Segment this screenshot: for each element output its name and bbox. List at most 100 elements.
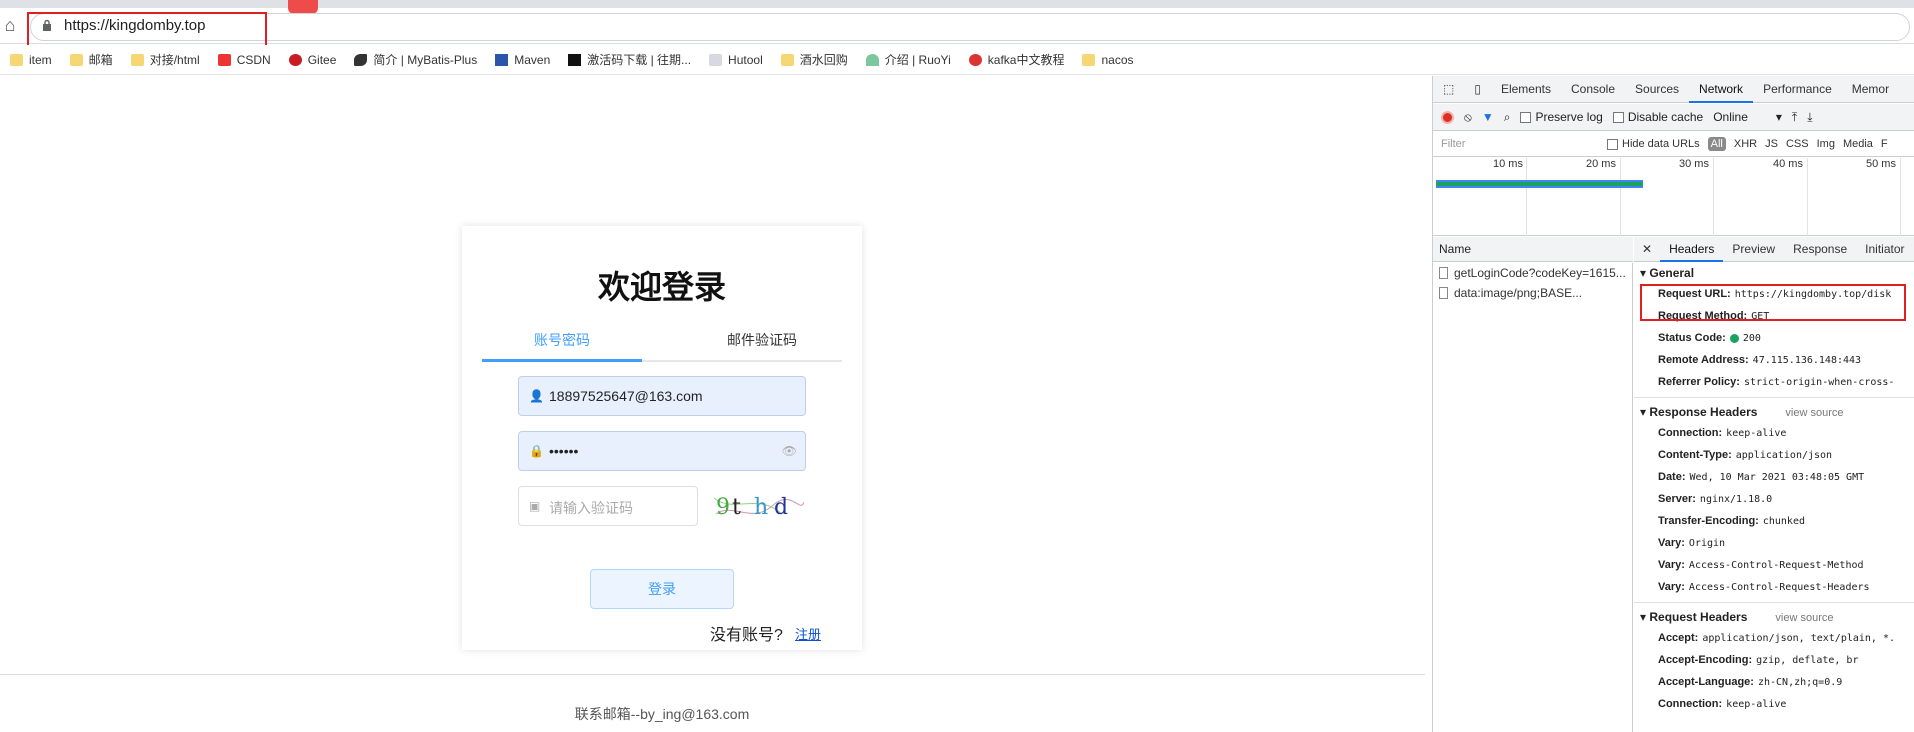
tab-initiator[interactable]: Initiator [1856,237,1913,262]
tab-email-code[interactable]: 邮件验证码 [682,330,842,350]
filter-icon[interactable]: ▼ [1482,110,1494,124]
bookmark-mybatis[interactable]: 简介 | MyBatis-Plus [354,51,477,68]
tab-sources[interactable]: Sources [1625,76,1689,103]
tab-network[interactable]: Network [1689,76,1754,103]
section-divider [1634,397,1914,398]
bookmark-mail[interactable]: 邮箱 [69,51,113,68]
svg-text:9: 9 [716,495,730,520]
timeline-gridline [1713,158,1714,236]
response-headers-toggle[interactable]: ▾ Response Headers view source [1634,402,1914,422]
svg-text:d: d [774,495,788,520]
bookmark-csdn[interactable]: CSDN [217,53,271,67]
header-row: Remote Address: 47.115.136.148:443 [1658,354,1862,366]
disable-cache-checkbox[interactable]: Disable cache [1612,110,1703,124]
device-toggle-icon[interactable]: ▯ [1464,76,1491,103]
filter-input[interactable]: Filter [1439,135,1599,154]
throttle-select[interactable]: Online ▾ [1713,110,1782,124]
svg-text:h: h [754,495,768,520]
clear-icon[interactable]: ⦸ [1464,110,1472,125]
timeline-tick: 10 ms [1493,158,1523,170]
bookmark-ruoyi[interactable]: 介绍 | RuoYi [865,51,951,68]
tab-headers[interactable]: Headers [1660,237,1724,262]
header-row: Date: Wed, 10 Mar 2021 03:48:05 GMT [1658,471,1865,483]
register-link[interactable]: 注册 [795,624,821,643]
bookmark-maven[interactable]: Maven [495,53,550,67]
footer-divider [0,674,1425,675]
tab-account-password[interactable]: 账号密码 [482,330,642,350]
type-all[interactable]: All [1707,137,1726,151]
request-row[interactable]: data:image/png;BASE... [1433,283,1632,303]
view-source-link[interactable]: view source [1775,612,1833,624]
bookmarks-bar: item 邮箱 对接/html CSDN Gitee 简介 | MyBatis-… [0,45,1914,75]
filter-bar: Filter Hide data URLs All XHR JS CSS Img… [1433,132,1914,157]
record-icon [1441,110,1454,124]
type-img[interactable]: Img [1817,138,1835,150]
bookmark-nacos[interactable]: nacos [1082,53,1134,67]
tab-elements[interactable]: Elements [1491,76,1561,103]
header-row: Content-Type: application/json [1658,449,1833,461]
header-row: Vary: Access-Control-Request-Headers [1658,581,1870,593]
tab-memory[interactable]: Memor [1842,76,1899,103]
request-row[interactable]: getLoginCode?codeKey=1615... [1433,263,1632,283]
terminal-icon [568,53,582,66]
header-row: Vary: Access-Control-Request-Method [1658,559,1864,571]
devtools-tabs: ⬚ ▯ Elements Console Sources Network Per… [1433,76,1914,103]
download-icon[interactable]: ⤓ [1807,110,1812,125]
bookmark-kafka[interactable]: kafka中文教程 [968,51,1064,68]
login-button[interactable]: 登录 [590,569,734,609]
close-icon[interactable]: ✕ [1634,242,1660,256]
general-section-toggle[interactable]: ▾ General [1634,263,1914,283]
header-row: Transfer-Encoding: chunked [1658,515,1805,527]
record-button[interactable] [1441,110,1454,124]
request-detail-tabs: ✕ Headers Preview Response Initiator [1634,237,1914,262]
bookmark-html[interactable]: 对接/html [130,51,200,68]
hutool-icon [709,53,723,66]
tab-preview[interactable]: Preview [1723,237,1784,262]
home-icon[interactable]: ⌂ [0,15,20,35]
header-row: Status Code: 200 [1658,332,1761,344]
footer-contact: 联系邮箱--by_ing@163.com [574,706,750,722]
folder-icon [69,53,83,66]
upload-icon[interactable]: ⤒ [1792,110,1797,125]
kafka-icon [968,53,982,66]
tab-response[interactable]: Response [1784,237,1856,262]
search-tab-icon[interactable] [288,0,318,14]
chevron-down-icon: ▾ [1775,110,1782,124]
bookmark-item[interactable]: item [10,53,52,67]
address-bar[interactable] [30,13,1910,41]
type-font[interactable]: F [1881,138,1888,150]
captcha-image[interactable]: 9 t h d [712,484,804,528]
view-source-link[interactable]: view source [1785,407,1843,419]
request-headers-toggle[interactable]: ▾ Request Headers view source [1634,607,1914,627]
type-js[interactable]: JS [1765,138,1778,150]
type-xhr[interactable]: XHR [1734,138,1757,150]
type-media[interactable]: Media [1843,138,1873,150]
tab-performance[interactable]: Performance [1753,76,1842,103]
type-css[interactable]: CSS [1786,138,1809,150]
network-timeline: 10 ms 20 ms 30 ms 40 ms 50 ms [1433,158,1914,236]
header-row: Accept-Language: zh-CN,zh;q=0.9 [1658,676,1843,688]
tab-console[interactable]: Console [1561,76,1625,103]
annotation-box-url [27,12,267,49]
bookmark-activation[interactable]: 激活码下载 | 往期... [568,51,691,68]
preserve-log-checkbox[interactable]: Preserve log [1520,110,1603,124]
header-row: Referrer Policy: strict-origin-when-cross… [1658,376,1895,388]
username-input[interactable]: 👤 18897525647@163.com [518,376,806,416]
password-input[interactable]: 🔒 •••••• 👁 [518,431,806,471]
checkbox-icon [1612,111,1624,123]
timeline-gridline [1807,158,1808,236]
inspect-icon[interactable]: ⬚ [1433,76,1464,103]
bookmark-hutool[interactable]: Hutool [709,53,763,67]
search-icon[interactable]: ⌕ [1504,110,1511,125]
timeline-tick: 30 ms [1679,158,1709,170]
bookmark-gitee[interactable]: Gitee [288,53,336,67]
bookmark-wine[interactable]: 酒水回购 [780,51,848,68]
maven-icon [495,53,509,66]
lock-icon: 🔒 [529,444,544,458]
hide-data-urls-checkbox[interactable]: Hide data URLs [1607,138,1700,150]
headers-pane: ▾ General Request URL: https://kingdomby.… [1634,263,1914,732]
username-value: 18897525647@163.com [549,388,703,404]
timeline-tick: 20 ms [1586,158,1616,170]
captcha-input[interactable]: ▣ 请输入验证码 [518,486,698,526]
eye-icon[interactable]: 👁 [782,444,797,458]
